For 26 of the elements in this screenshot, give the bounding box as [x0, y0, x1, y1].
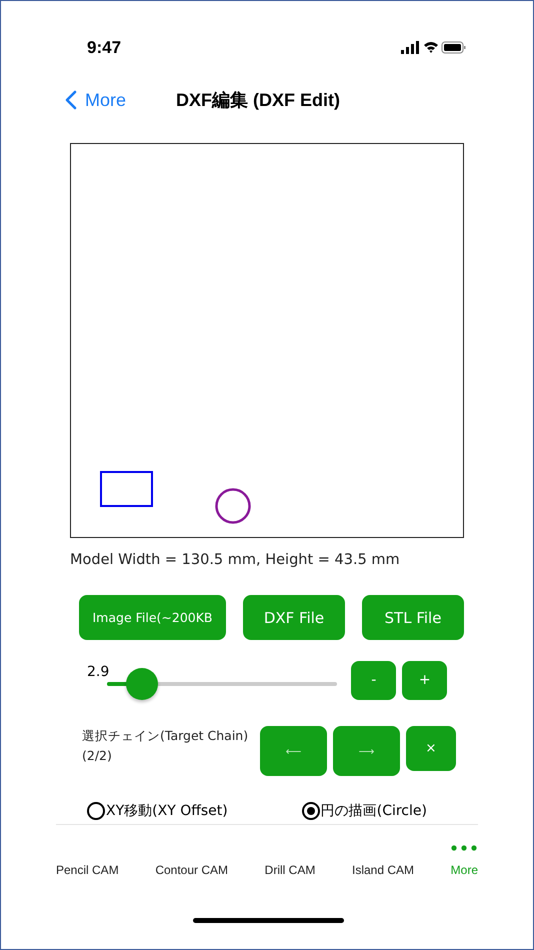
tab[interactable]: Island CAM	[352, 837, 414, 877]
back-link[interactable]: More	[65, 90, 126, 110]
back-chevron-icon	[65, 90, 77, 110]
model-size-text: Model Width = 130.5 mm, Height = 43.5 mm	[70, 552, 401, 568]
tab[interactable]: Pencil CAM	[56, 837, 119, 877]
file-button[interactable]: DXF File	[243, 595, 345, 640]
mode-radio[interactable]: XY移動(XY Offset)	[87, 802, 228, 820]
status-time: 9:47	[87, 38, 122, 58]
more-dots-icon	[451, 845, 478, 851]
chain-label: 選択チェイン(Target Chain)	[82, 727, 250, 745]
file-button[interactable]: Image File(~200KB	[79, 595, 226, 640]
chain-button[interactable]: ⟵	[260, 726, 327, 776]
status-icons-drawing	[401, 41, 467, 55]
slider-thumb[interactable]	[126, 668, 158, 700]
step-button[interactable]: -	[351, 660, 396, 700]
step-button[interactable]: +	[402, 660, 448, 700]
mode-radio[interactable]: 円の描画(Circle)	[302, 802, 427, 820]
chain-button[interactable]: ×	[406, 726, 456, 771]
page-title: DXF編集 (DXF Edit)	[176, 89, 340, 112]
tab[interactable]: Contour CAM	[155, 837, 228, 877]
chain-count: (2/2)	[82, 747, 113, 765]
chain-button[interactable]: ⟶	[333, 726, 400, 776]
file-button[interactable]: STL File	[362, 595, 464, 640]
slider-value: 2.9	[87, 664, 110, 680]
tab[interactable]: Drill CAM	[264, 837, 316, 877]
tab[interactable]: More	[450, 837, 478, 877]
